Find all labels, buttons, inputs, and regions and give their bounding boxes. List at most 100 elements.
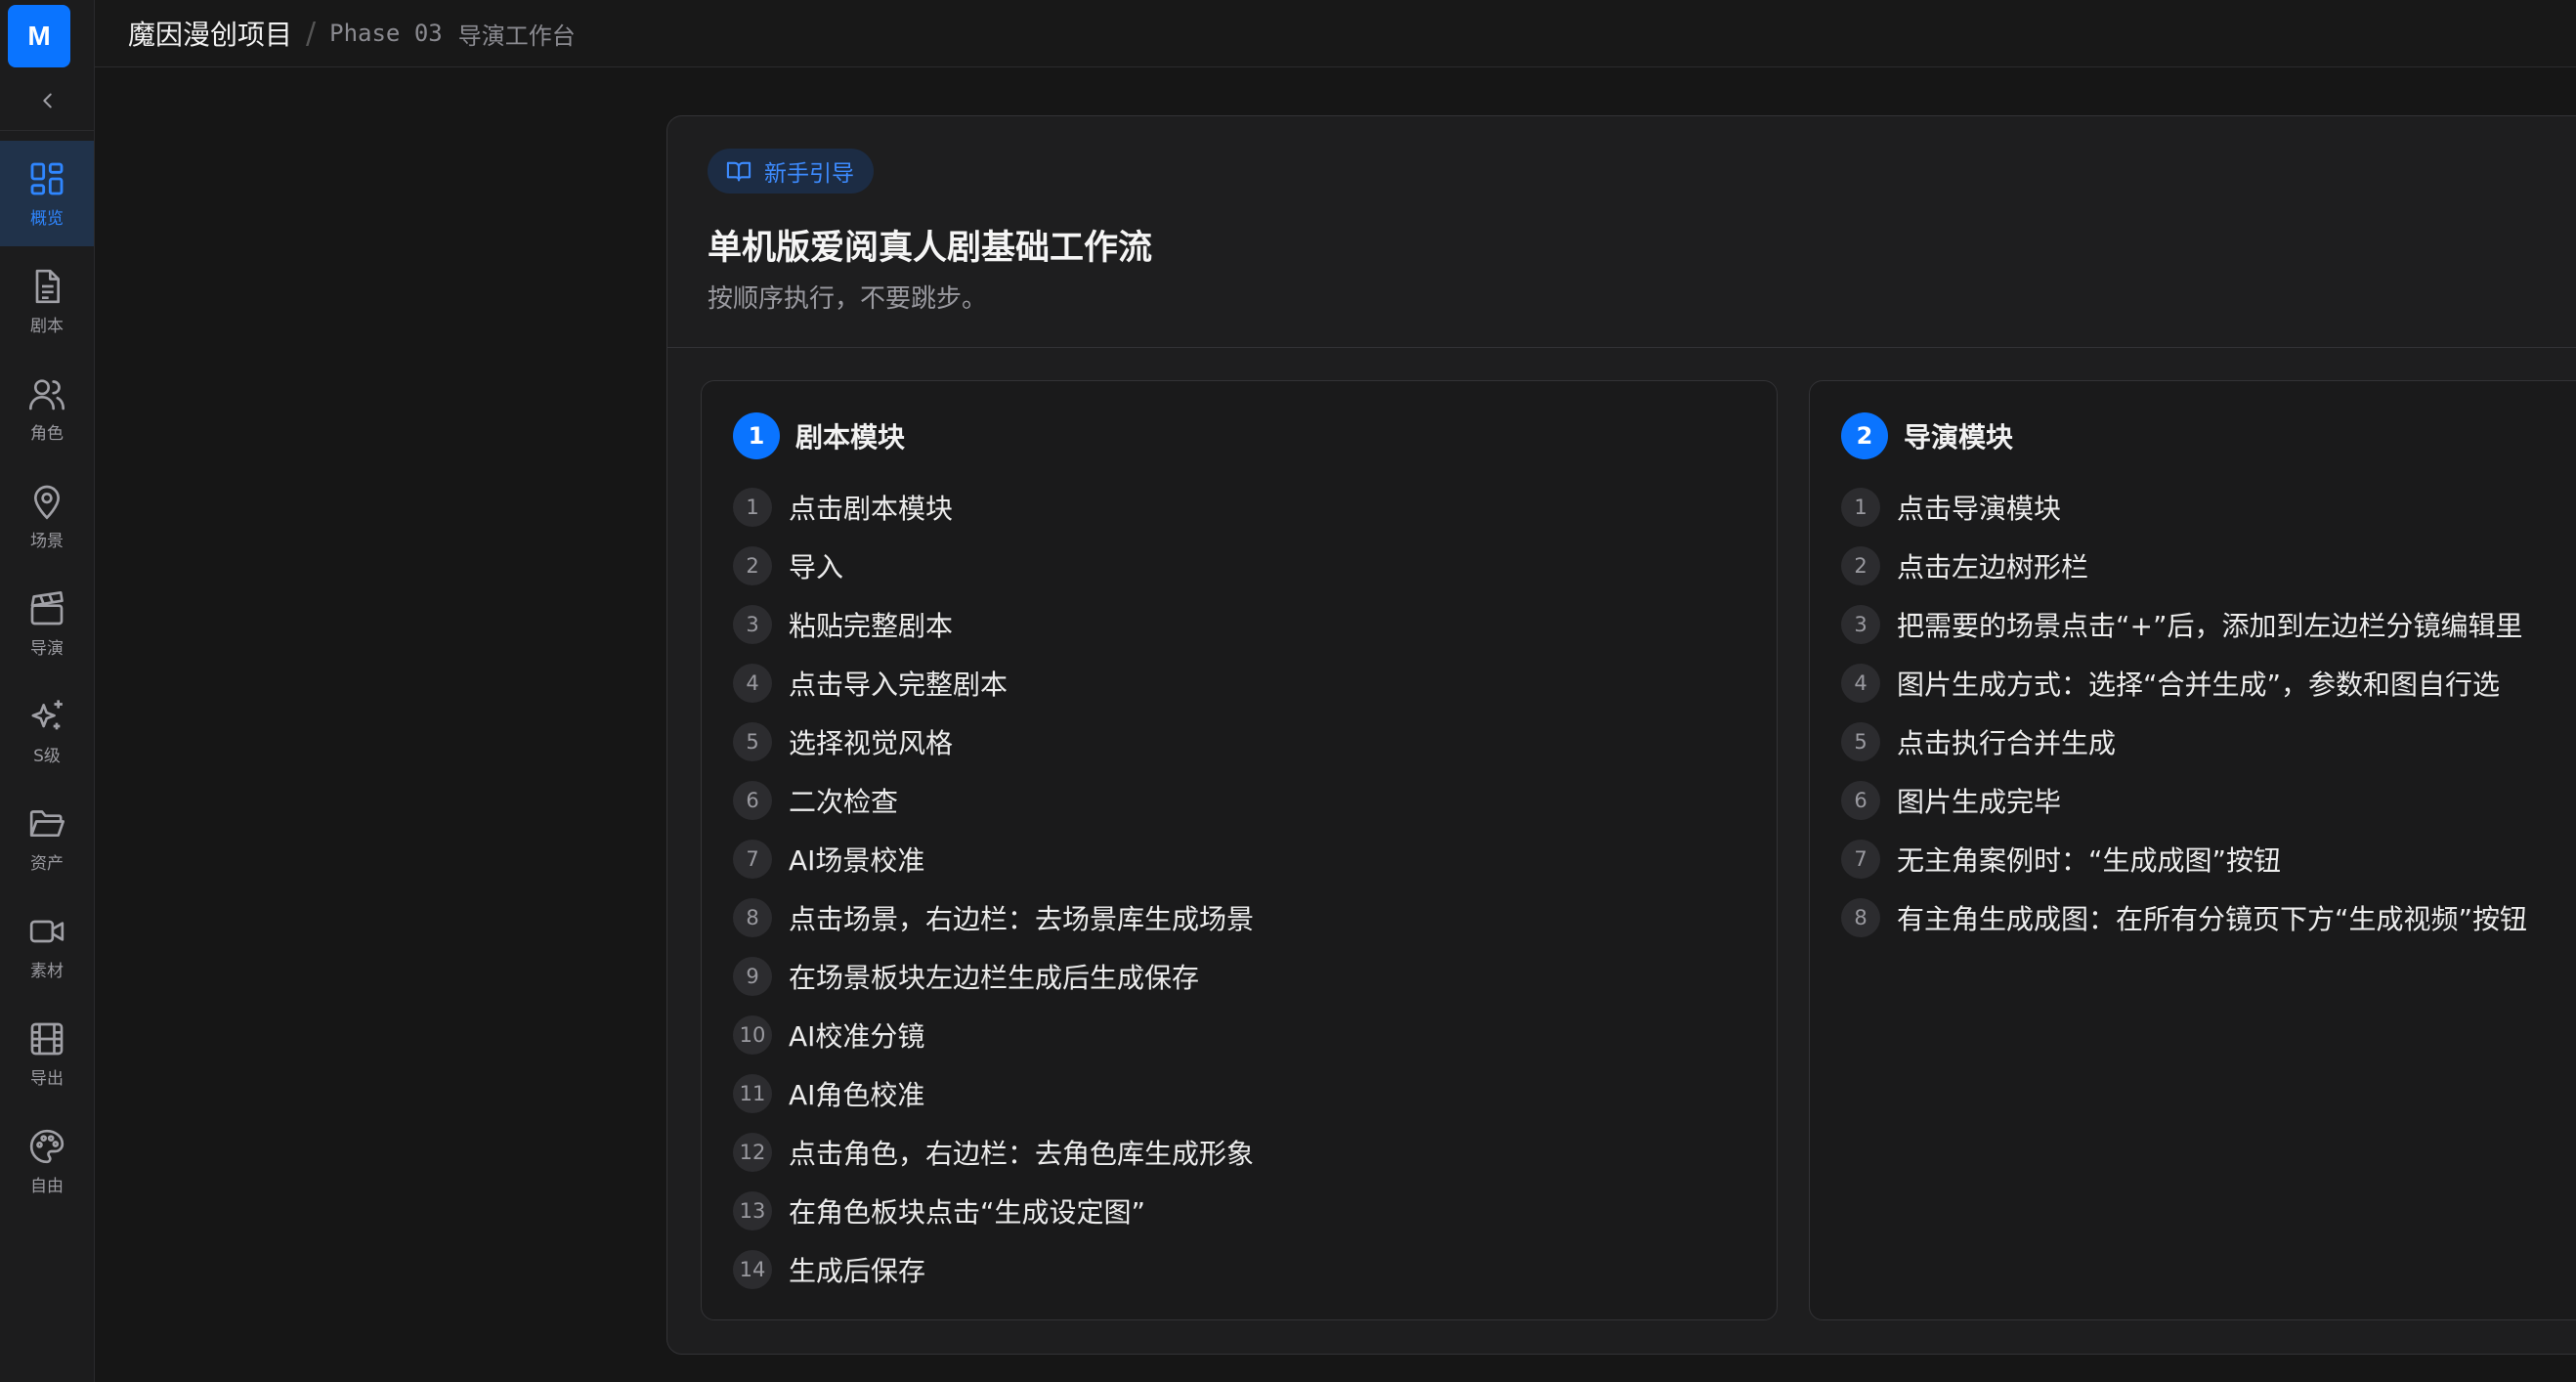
breadcrumb-project[interactable]: 魔因漫创项目 xyxy=(128,14,292,53)
step-number: 2 xyxy=(733,546,772,585)
module-title: 导演模块 xyxy=(1904,421,2014,453)
step-list: 1 点击剧本模块 2 导入 3 粘贴完整剧本 4 点击导入完整剧本 5 选择视觉风格 6二… xyxy=(733,478,1757,1299)
step-text: 点击左边树形栏 xyxy=(1897,551,2089,583)
step-item: 3 粘贴完整剧本 xyxy=(733,595,1757,654)
sidebar-item-export[interactable]: 导出 xyxy=(0,1001,94,1106)
step-number: 5 xyxy=(733,722,772,761)
video-camera-icon xyxy=(27,912,66,951)
step-number: 3 xyxy=(733,605,772,644)
step-text: 点击角色，右边栏：去角色库生成形象 xyxy=(789,1138,1255,1170)
film-icon xyxy=(27,1019,66,1058)
guide-header: 新手引导 单机版爱阅真人剧基础工作流 按顺序执行，不要跳步。 xyxy=(667,116,2576,348)
module-number-badge: 1 xyxy=(733,412,780,459)
step-item: 1 点击剧本模块 xyxy=(733,478,1757,537)
step-number: 7 xyxy=(1841,840,1880,879)
clapperboard-icon xyxy=(27,589,66,628)
document-icon xyxy=(27,267,66,306)
grid-icon xyxy=(27,159,66,198)
step-text: 点击执行合并生成 xyxy=(1897,727,2117,759)
sidebar-item-label: 素材 xyxy=(30,961,64,981)
step-number: 2 xyxy=(1841,546,1880,585)
step-number: 6 xyxy=(733,781,772,820)
step-item: 4 点击导入完整剧本 xyxy=(733,654,1757,713)
sidebar-item-label: 概览 xyxy=(30,208,64,229)
sparkles-icon xyxy=(27,697,66,736)
onboarding-guide-card: 新手引导 单机版爱阅真人剧基础工作流 按顺序执行，不要跳步。 1 剧本模块 1点… xyxy=(666,115,2576,1355)
sidebar-item-label: S级 xyxy=(33,746,61,766)
step-text: 把需要的场景点击“+”后，添加到左边栏分镜编辑里 xyxy=(1897,610,2523,642)
step-number: 1 xyxy=(733,488,772,527)
step-text: AI校准分镜 xyxy=(789,1020,925,1053)
sidebar-item-label: 自由 xyxy=(30,1176,64,1196)
step-text: 二次检查 xyxy=(789,786,899,818)
step-item: 10 AI校准分镜 xyxy=(733,1006,1757,1064)
sidebar-item-scenes[interactable]: 场景 xyxy=(0,463,94,569)
sidebar-item-label: 角色 xyxy=(30,423,64,444)
step-item: 13 在角色板块点击“生成设定图” xyxy=(733,1182,1757,1240)
sidebar: M 概览 剧本 角色 场景 导演 S级 资产 素材 导出 自由 xyxy=(0,0,95,1382)
step-list: 1 点击导演模块 2 点击左边树形栏 3 把需要的场景点击“+”后，添加到左边栏分镜编… xyxy=(1841,478,2576,947)
step-number: 3 xyxy=(1841,605,1880,644)
step-text: 选择视觉风格 xyxy=(789,727,954,759)
step-text: 点击导演模块 xyxy=(1897,493,2062,525)
guide-subtitle: 按顺序执行，不要跳步。 xyxy=(708,284,988,314)
sidebar-item-label: 场景 xyxy=(30,531,64,551)
sidebar-item-characters[interactable]: 角色 xyxy=(0,356,94,461)
step-number: 6 xyxy=(1841,781,1880,820)
step-text: 图片生成方式：选择“合并生成”，参数和图自行选 xyxy=(1897,669,2501,701)
step-text: 有主角生成成图：在所有分镜页下方“生成视频”按钮 xyxy=(1897,903,2528,935)
palette-icon xyxy=(27,1127,66,1166)
chevron-left-icon xyxy=(42,93,52,108)
collapse-sidebar-button[interactable] xyxy=(0,70,95,131)
step-item: 8 有主角生成成图：在所有分镜页下方“生成视频”按钮 xyxy=(1841,888,2576,947)
breadcrumb-page: 导演工作台 xyxy=(457,22,576,50)
sidebar-item-overview[interactable]: 概览 xyxy=(0,141,94,246)
step-item: 2 点击左边树形栏 xyxy=(1841,537,2576,595)
step-item: 5 选择视觉风格 xyxy=(733,713,1757,771)
step-number: 1 xyxy=(1841,488,1880,527)
step-text: 点击导入完整剧本 xyxy=(789,669,1009,701)
top-header: 魔因漫创项目 / Phase 03 导演工作台 xyxy=(95,0,2576,67)
step-text: 在场景板块左边栏生成后生成保存 xyxy=(789,962,1200,994)
sidebar-item-materials[interactable]: 素材 xyxy=(0,893,94,999)
step-number: 8 xyxy=(733,898,772,937)
step-text: AI场景校准 xyxy=(789,844,925,877)
sidebar-item-label: 导出 xyxy=(30,1068,64,1089)
sidebar-item-label: 剧本 xyxy=(30,316,64,336)
book-open-icon xyxy=(726,161,751,182)
step-item: 14 生成后保存 xyxy=(733,1240,1757,1299)
step-number: 8 xyxy=(1841,898,1880,937)
guide-badge: 新手引导 xyxy=(708,149,874,194)
sidebar-item-script[interactable]: 剧本 xyxy=(0,248,94,354)
step-text: 生成后保存 xyxy=(789,1255,926,1287)
module-director: 2 导演模块 1 点击导演模块 2 点击左边树形栏 3 把需要的场景点击“+”后，添加… xyxy=(1809,380,2576,1320)
step-number: 4 xyxy=(733,664,772,703)
breadcrumb-separator: / xyxy=(306,16,317,51)
step-item: 3 把需要的场景点击“+”后，添加到左边栏分镜编辑里 xyxy=(1841,595,2576,654)
sidebar-item-s-level[interactable]: S级 xyxy=(0,678,94,784)
step-text: 图片生成完毕 xyxy=(1897,786,2062,818)
sidebar-item-free[interactable]: 自由 xyxy=(0,1108,94,1214)
sidebar-item-label: 资产 xyxy=(30,853,64,874)
app-logo[interactable]: M xyxy=(8,5,70,67)
step-number: 12 xyxy=(733,1133,772,1172)
step-item: 9 在场景板块左边栏生成后生成保存 xyxy=(733,947,1757,1006)
folder-icon xyxy=(27,804,66,843)
step-number: 7 xyxy=(733,840,772,879)
step-text: AI角色校准 xyxy=(789,1079,925,1111)
module-title: 剧本模块 xyxy=(795,421,906,453)
step-item: 8 点击场景，右边栏：去场景库生成场景 xyxy=(733,888,1757,947)
step-item: 6 图片生成完毕 xyxy=(1841,771,2576,830)
step-item: 11 AI角色校准 xyxy=(733,1064,1757,1123)
breadcrumb-phase: Phase 03 xyxy=(329,20,443,47)
step-text: 导入 xyxy=(789,551,844,583)
sidebar-item-label: 导演 xyxy=(30,638,64,659)
step-number: 5 xyxy=(1841,722,1880,761)
step-text: 无主角案例时：“生成成图”按钮 xyxy=(1897,844,2282,877)
step-item: 1 点击导演模块 xyxy=(1841,478,2576,537)
step-item: 4 图片生成方式：选择“合并生成”，参数和图自行选 xyxy=(1841,654,2576,713)
sidebar-item-assets[interactable]: 资产 xyxy=(0,786,94,891)
module-script: 1 剧本模块 1 点击剧本模块 2 导入 3 粘贴完整剧本 4 点击导入完整剧本 5 选择… xyxy=(701,380,1778,1320)
sidebar-item-director[interactable]: 导演 xyxy=(0,571,94,676)
step-text: 点击场景，右边栏：去场景库生成场景 xyxy=(789,903,1255,935)
